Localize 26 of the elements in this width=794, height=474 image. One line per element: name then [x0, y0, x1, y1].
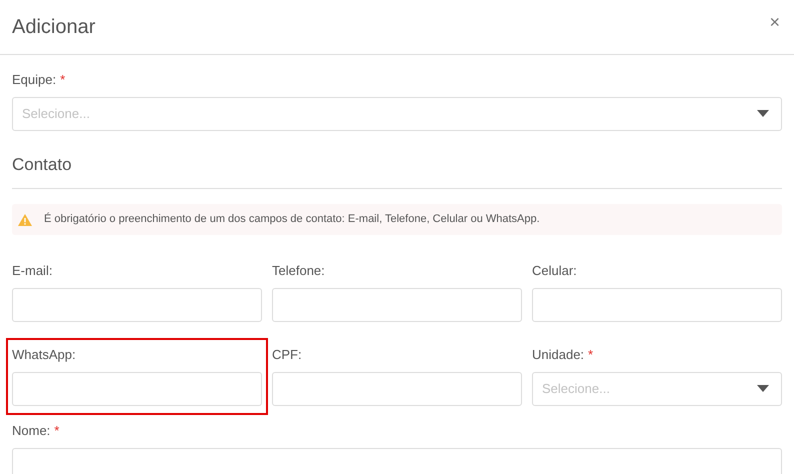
close-button[interactable]: × [769, 13, 780, 31]
warning-icon [18, 214, 32, 226]
dialog-title: Adicionar [12, 15, 96, 40]
field-label: Celular: [532, 262, 577, 280]
input-field[interactable] [272, 288, 522, 322]
required-mark: * [588, 346, 594, 364]
field-label: WhatsApp: [12, 346, 76, 364]
field-label: Telefone: [272, 262, 325, 280]
select-field[interactable]: Selecione... [12, 97, 782, 131]
required-mark: * [60, 71, 66, 90]
field-label: Nome: [12, 422, 50, 440]
alert-text: É obrigatório o preenchimento de um dos campos de contato: E-mail, Telefone, Celular ou WhatsApp. [44, 212, 540, 228]
field-label: E-mail: [12, 262, 52, 280]
field-label: Equipe: [12, 71, 56, 90]
input-field[interactable] [12, 372, 262, 406]
caret-icon [757, 110, 769, 118]
input-field[interactable] [12, 448, 782, 474]
field-label: Unidade: [532, 346, 584, 364]
input-field[interactable] [272, 372, 522, 406]
input-field[interactable] [12, 288, 262, 322]
section-title: Contato [12, 155, 72, 174]
required-mark: * [54, 422, 60, 440]
field-label: CPF: [272, 346, 302, 364]
caret-icon [757, 385, 769, 393]
input-field[interactable] [532, 288, 782, 322]
select-field[interactable]: Selecione... [532, 372, 782, 406]
